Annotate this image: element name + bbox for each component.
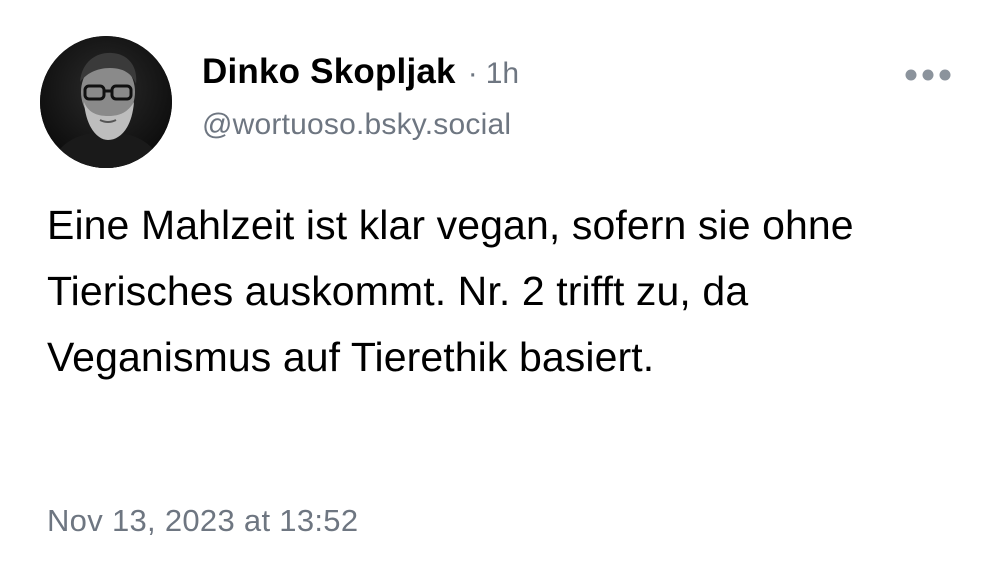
relative-time[interactable]: 1h: [486, 57, 519, 91]
avatar[interactable]: [40, 36, 172, 168]
author-row: Dinko Skopljak · 1h: [202, 52, 519, 96]
author-handle[interactable]: @wortuoso.bsky.social: [202, 108, 511, 142]
separator-dot: ·: [467, 57, 478, 90]
person-photo-avatar-icon: [40, 36, 172, 168]
more-horizontal-icon: [905, 69, 951, 81]
more-options-button[interactable]: [900, 60, 956, 90]
post-timestamp[interactable]: Nov 13, 2023 at 13:52: [47, 503, 358, 539]
post-text: Eine Mahlzeit ist klar vegan, sofern sie…: [47, 202, 854, 380]
author-display-name[interactable]: Dinko Skopljak: [202, 52, 456, 92]
